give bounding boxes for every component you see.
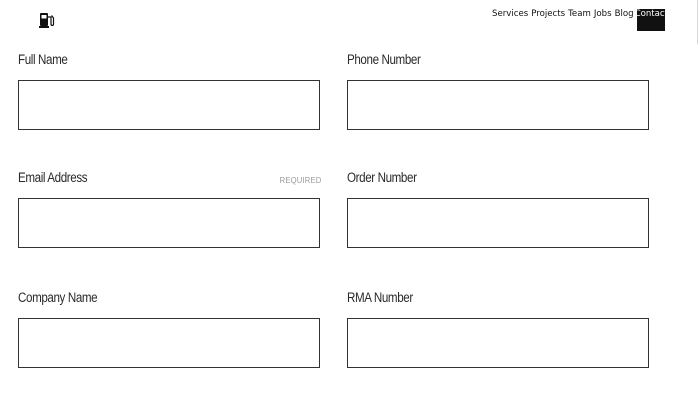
required-indicator: REQUIRED [279,175,321,185]
phone-number-label: Phone Number [347,52,421,67]
rma-number-label: RMA Number [347,290,413,305]
order-number-label: Order Number [347,170,417,185]
nav-team-link[interactable]: Team [568,9,591,20]
fuel-pump-icon[interactable] [39,10,55,30]
rma-number-input[interactable] [347,318,649,368]
phone-number-input[interactable] [347,80,649,130]
email-address-input[interactable] [18,198,320,248]
full-name-input[interactable] [18,80,320,130]
main-nav: Services Projects Team Jobs Blog Contact [492,9,665,33]
order-number-input[interactable] [347,198,649,248]
company-name-input[interactable] [18,318,320,368]
scrollbar-edge[interactable] [697,0,698,44]
nav-services-link[interactable]: Services [492,9,528,20]
nav-contact-button[interactable]: Contact [636,9,665,31]
nav-jobs-link[interactable]: Jobs [594,9,612,20]
company-name-label: Company Name [18,290,98,305]
nav-blog-link[interactable]: Blog [615,9,634,20]
nav-projects-link[interactable]: Projects [531,9,565,20]
email-address-label: Email Address [18,170,88,185]
full-name-label: Full Name [18,52,68,67]
